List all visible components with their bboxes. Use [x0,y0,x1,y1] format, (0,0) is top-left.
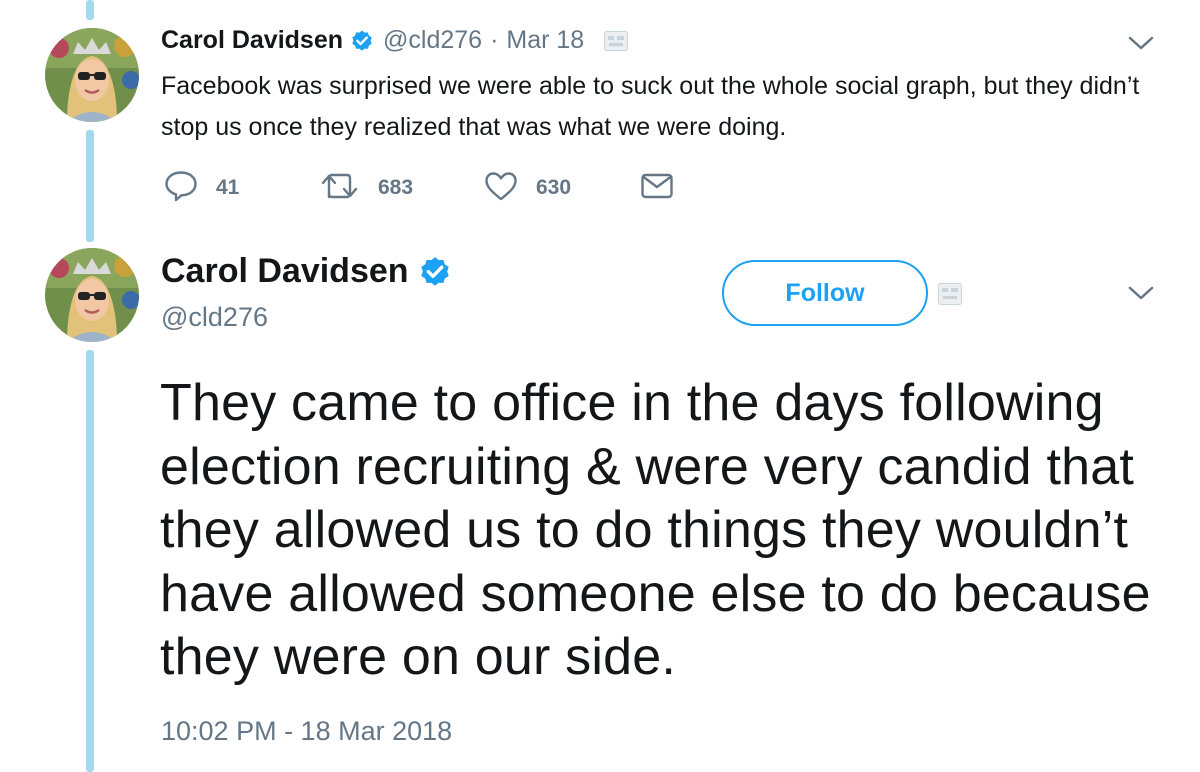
separator-dot: · [490,26,499,54]
chevron-down-icon[interactable] [1128,285,1154,306]
tweet-text: They came to office in the days followin… [160,374,1151,686]
tweet-timestamp[interactable]: 10:02 PM - 18 Mar 2018 [161,716,452,747]
tweet-date[interactable]: Mar 18 [506,26,584,55]
reply-button[interactable]: 41 [164,170,240,207]
direct-message-button[interactable] [640,171,674,205]
avatar[interactable] [45,248,139,342]
retweet-icon [320,171,360,206]
envelope-icon [640,172,674,205]
author-name[interactable]: Carol Davidsen [161,252,409,291]
translate-icon [938,283,962,310]
heart-icon [484,171,518,206]
tweet-thread: Carol Davidsen @cld276 · Mar 18 Facebook… [0,0,1200,772]
retweet-button[interactable]: 683 [320,171,413,205]
chevron-down-icon[interactable] [1128,35,1154,56]
reply-count: 41 [216,176,240,199]
verified-badge-icon [350,29,374,53]
retweet-count: 683 [378,176,414,199]
avatar[interactable] [45,28,139,122]
like-count: 630 [536,176,572,199]
reply-icon [164,170,198,207]
thread-line [86,0,94,20]
verified-badge-icon [418,255,452,289]
follow-button[interactable]: Follow [722,260,928,326]
tweet-text: Facebook was surprised we were able to s… [161,72,1140,141]
author-handle[interactable]: @cld276 [383,26,482,55]
thread-line [86,350,94,772]
tweet-header: Carol Davidsen @cld276 · Mar 18 [161,26,629,55]
tweet-header: Carol Davidsen [161,252,452,291]
translate-icon [604,30,629,51]
author-name[interactable]: Carol Davidsen [161,26,343,55]
author-handle[interactable]: @cld276 [161,302,268,333]
thread-line [86,130,94,242]
like-button[interactable]: 630 [484,171,571,205]
